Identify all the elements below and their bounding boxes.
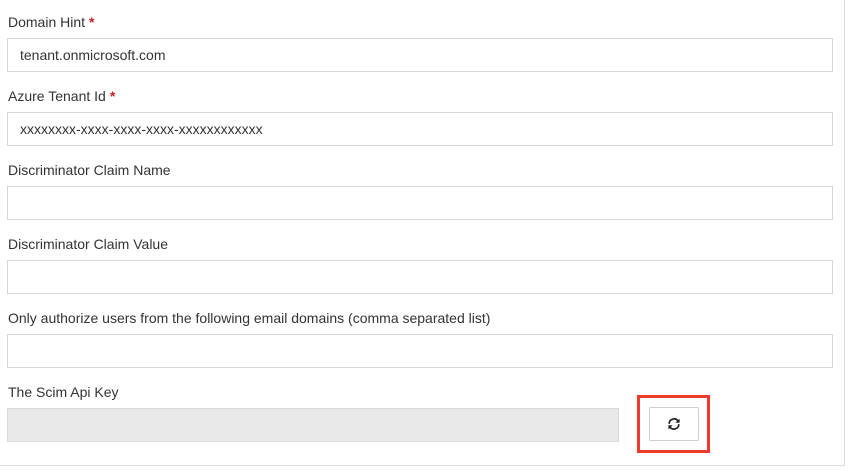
discriminator-claim-name-label: Discriminator Claim Name <box>8 162 171 178</box>
authorized-email-domains-input[interactable] <box>7 334 833 368</box>
required-marker: * <box>109 88 116 104</box>
refresh-icon <box>667 417 681 431</box>
discriminator-claim-name-input[interactable] <box>7 186 833 220</box>
domain-hint-input[interactable] <box>7 38 833 72</box>
scim-api-key-input[interactable] <box>7 408 619 442</box>
form-panel: Domain Hint* Azure Tenant Id* Discrimina… <box>0 0 845 466</box>
azure-tenant-id-input[interactable] <box>7 112 833 146</box>
discriminator-claim-value-input[interactable] <box>7 260 833 294</box>
authorized-email-domains-label: Only authorize users from the following … <box>8 310 491 326</box>
scim-api-key-label: The Scim Api Key <box>8 384 119 400</box>
azure-tenant-id-label-text: Azure Tenant Id <box>8 88 106 104</box>
azure-tenant-id-label: Azure Tenant Id * <box>8 88 115 104</box>
discriminator-claim-value-label: Discriminator Claim Value <box>8 236 169 252</box>
domain-hint-label: Domain Hint * <box>8 14 94 30</box>
regenerate-key-button[interactable] <box>649 407 699 441</box>
domain-hint-label-text: Domain Hint <box>8 14 86 30</box>
required-marker: * <box>89 14 95 30</box>
